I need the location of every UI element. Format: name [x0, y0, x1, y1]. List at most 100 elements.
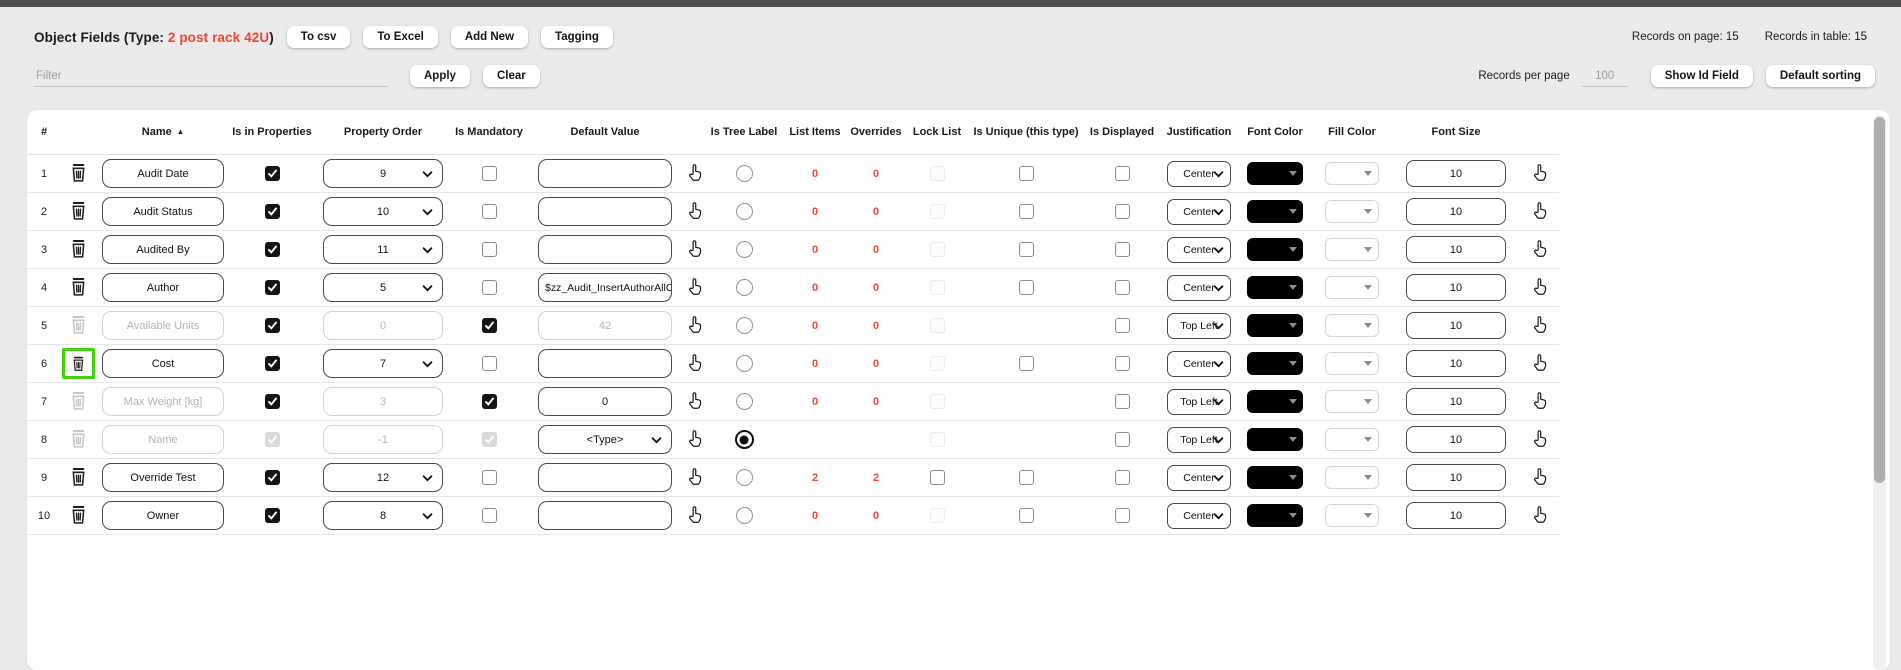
delete-row-button[interactable] [68, 161, 89, 184]
is-unique-checkbox[interactable] [1019, 242, 1034, 257]
lock-list-checkbox[interactable] [930, 470, 945, 485]
justification-select[interactable]: Center [1167, 199, 1231, 225]
is-mandatory-checkbox[interactable] [482, 508, 497, 523]
is-displayed-checkbox[interactable] [1115, 242, 1130, 257]
name-input[interactable]: Override Test [102, 463, 224, 492]
name-input[interactable]: Audit Status [102, 197, 224, 226]
is-in-properties-checkbox[interactable] [265, 242, 280, 257]
is-tree-label-radio[interactable] [736, 393, 753, 410]
default-sorting-button[interactable]: Default sorting [1766, 65, 1875, 87]
justification-select[interactable]: Center [1167, 351, 1231, 377]
is-displayed-checkbox[interactable] [1115, 318, 1130, 333]
name-input[interactable]: Owner [102, 501, 224, 530]
font-size-input[interactable]: 10 [1406, 198, 1506, 225]
font-size-input[interactable]: 10 [1406, 350, 1506, 377]
property-order-select[interactable]: 8 [323, 501, 443, 530]
fill-color-select[interactable] [1325, 466, 1379, 489]
delete-row-button[interactable] [70, 352, 87, 375]
property-order-select[interactable]: 10 [323, 197, 443, 226]
name-input[interactable]: Audit Date [102, 159, 224, 188]
is-tree-label-radio[interactable] [736, 507, 753, 524]
name-input[interactable]: Audited By [102, 235, 224, 264]
justification-select[interactable]: Center [1167, 161, 1231, 187]
fill-color-select[interactable] [1325, 276, 1379, 299]
property-order-select[interactable]: 9 [323, 159, 443, 188]
row-action-hand-button[interactable] [1531, 238, 1550, 259]
delete-row-button[interactable] [68, 503, 89, 526]
font-size-input[interactable]: 10 [1406, 502, 1506, 529]
is-displayed-checkbox[interactable] [1115, 280, 1130, 295]
row-edit-hand-button[interactable] [686, 466, 705, 487]
row-action-hand-button[interactable] [1531, 390, 1550, 411]
font-size-input[interactable]: 10 [1406, 236, 1506, 263]
is-mandatory-checkbox[interactable] [482, 356, 497, 371]
show-id-field-button[interactable]: Show Id Field [1651, 65, 1753, 87]
row-edit-hand-button[interactable] [686, 390, 705, 411]
overrides-count[interactable]: 0 [873, 320, 879, 332]
row-edit-hand-button[interactable] [686, 276, 705, 297]
overrides-count[interactable]: 0 [873, 168, 879, 180]
justification-select[interactable]: Center [1167, 237, 1231, 263]
is-displayed-checkbox[interactable] [1115, 356, 1130, 371]
is-unique-checkbox[interactable] [1019, 470, 1034, 485]
is-in-properties-checkbox[interactable] [265, 318, 280, 333]
list-items-count[interactable]: 0 [812, 320, 818, 332]
to-excel-button[interactable]: To Excel [363, 26, 437, 48]
default-value-input[interactable]: 0 [538, 387, 672, 416]
row-edit-hand-button[interactable] [686, 352, 705, 373]
row-action-hand-button[interactable] [1531, 200, 1550, 221]
is-in-properties-checkbox[interactable] [265, 356, 280, 371]
is-mandatory-checkbox[interactable] [482, 394, 497, 409]
font-color-select[interactable] [1247, 162, 1303, 185]
default-value-input[interactable] [538, 349, 672, 378]
is-unique-checkbox[interactable] [1019, 280, 1034, 295]
default-value-input[interactable]: $zz_Audit_InsertAuthorAllObjec [538, 273, 672, 302]
default-value-input[interactable] [538, 463, 672, 492]
filter-input[interactable] [34, 66, 388, 87]
default-value-select[interactable]: <Type> [538, 425, 672, 454]
is-tree-label-radio[interactable] [736, 469, 753, 486]
font-color-select[interactable] [1247, 504, 1303, 527]
list-items-count[interactable]: 2 [812, 472, 818, 484]
is-mandatory-checkbox[interactable] [482, 166, 497, 181]
list-items-count[interactable]: 0 [812, 282, 818, 294]
records-per-page-input[interactable] [1582, 66, 1628, 87]
is-unique-checkbox[interactable] [1019, 508, 1034, 523]
delete-row-button[interactable] [68, 465, 89, 488]
default-value-input[interactable] [538, 501, 672, 530]
default-value-input[interactable] [538, 159, 672, 188]
overrides-count[interactable]: 2 [873, 472, 879, 484]
justification-select[interactable]: Top Left [1167, 389, 1231, 415]
fill-color-select[interactable] [1325, 162, 1379, 185]
name-input[interactable]: Cost [102, 349, 224, 378]
is-tree-label-radio[interactable] [736, 317, 753, 334]
is-tree-label-radio[interactable] [735, 430, 754, 449]
row-action-hand-button[interactable] [1531, 352, 1550, 373]
is-tree-label-radio[interactable] [736, 279, 753, 296]
is-unique-checkbox[interactable] [1019, 204, 1034, 219]
tagging-button[interactable]: Tagging [541, 26, 613, 48]
list-items-count[interactable]: 0 [812, 396, 818, 408]
justification-select[interactable]: Center [1167, 503, 1231, 529]
col-header-name[interactable]: Name▲ [95, 110, 231, 155]
is-unique-checkbox[interactable] [1019, 166, 1034, 181]
property-order-select[interactable]: 5 [323, 273, 443, 302]
justification-select[interactable]: Center [1167, 465, 1231, 491]
row-action-hand-button[interactable] [1531, 504, 1550, 525]
property-order-select[interactable]: 12 [323, 463, 443, 492]
font-color-select[interactable] [1247, 390, 1303, 413]
is-in-properties-checkbox[interactable] [265, 166, 280, 181]
row-action-hand-button[interactable] [1531, 428, 1550, 449]
is-mandatory-checkbox[interactable] [482, 204, 497, 219]
is-mandatory-checkbox[interactable] [482, 318, 497, 333]
font-color-select[interactable] [1247, 428, 1303, 451]
font-size-input[interactable]: 10 [1406, 274, 1506, 301]
overrides-count[interactable]: 0 [873, 510, 879, 522]
font-size-input[interactable]: 10 [1406, 426, 1506, 453]
list-items-count[interactable]: 0 [812, 206, 818, 218]
font-color-select[interactable] [1247, 238, 1303, 261]
list-items-count[interactable]: 0 [812, 244, 818, 256]
is-in-properties-checkbox[interactable] [265, 394, 280, 409]
is-in-properties-checkbox[interactable] [265, 204, 280, 219]
fill-color-select[interactable] [1325, 314, 1379, 337]
